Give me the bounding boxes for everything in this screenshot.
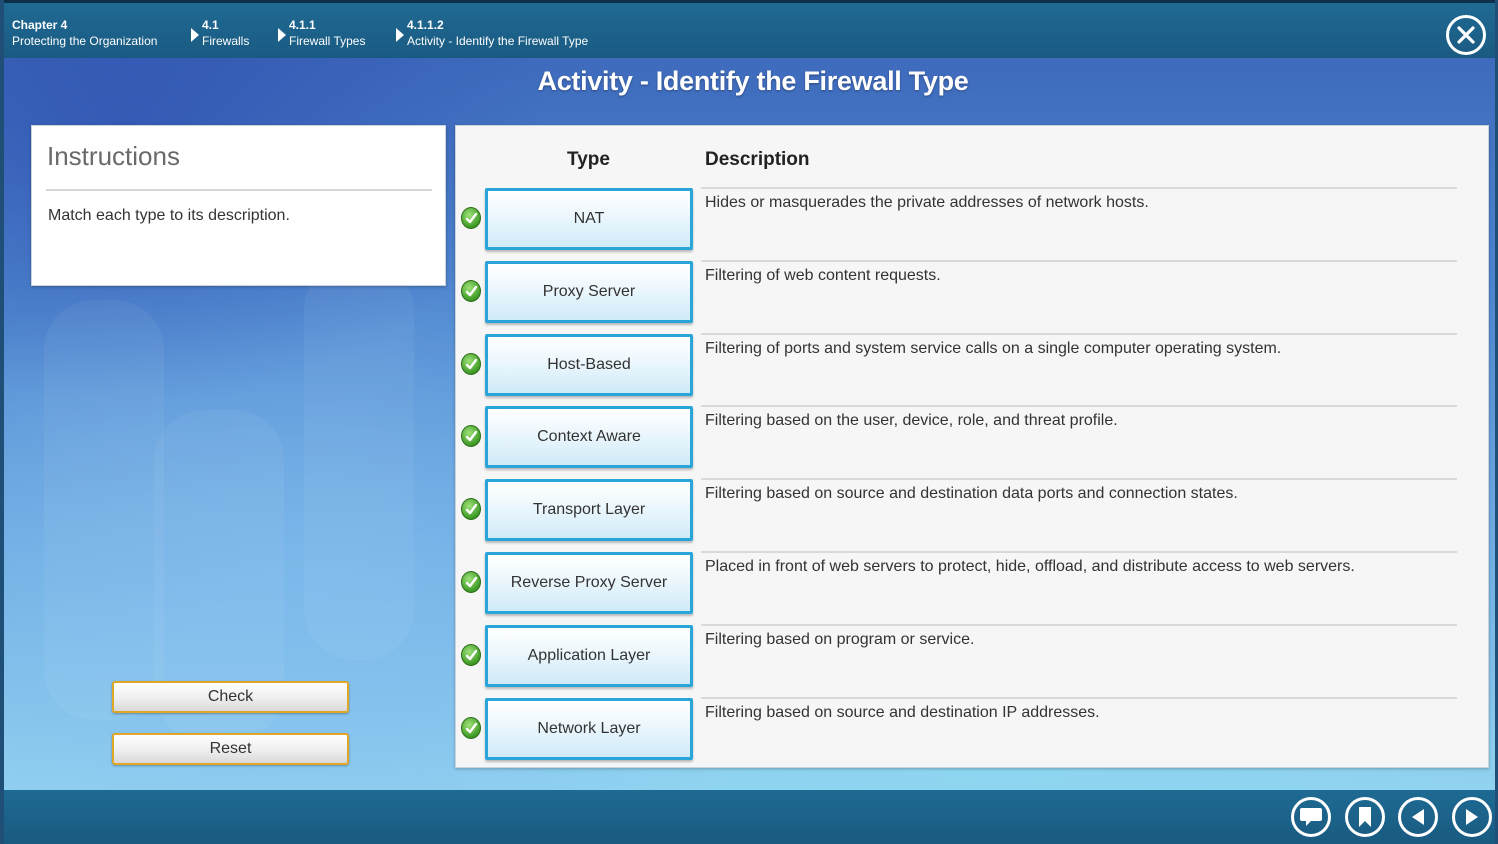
comment-button[interactable] bbox=[1291, 797, 1331, 837]
type-tile[interactable]: Reverse Proxy Server bbox=[485, 552, 693, 614]
description-text: Filtering of ports and system service ca… bbox=[705, 340, 1282, 357]
breadcrumb-label: Firewall Types bbox=[289, 34, 366, 48]
breadcrumb-chapter[interactable]: Chapter 4 Protecting the Organization bbox=[12, 17, 157, 49]
divider bbox=[46, 189, 432, 191]
row-divider bbox=[701, 697, 1457, 699]
checkmark-icon bbox=[461, 717, 481, 739]
description-column-header: Description bbox=[705, 149, 810, 170]
next-button[interactable] bbox=[1452, 797, 1492, 837]
checkmark-icon bbox=[461, 571, 481, 593]
header-bar: Chapter 4 Protecting the Organization 4.… bbox=[4, 0, 1495, 58]
match-row: NAT Hides or masquerades the private add… bbox=[456, 187, 1488, 260]
breadcrumb-subsection[interactable]: 4.1.1 Firewall Types bbox=[289, 17, 365, 49]
row-divider bbox=[701, 187, 1457, 189]
type-tile[interactable]: Network Layer bbox=[485, 698, 693, 760]
close-icon bbox=[1457, 26, 1475, 44]
checkmark-icon bbox=[461, 425, 481, 447]
check-button[interactable]: Check bbox=[112, 681, 349, 713]
instructions-text: Match each type to its description. bbox=[48, 207, 290, 224]
description-text: Hides or masquerades the private address… bbox=[705, 194, 1149, 211]
breadcrumb-arrow-icon bbox=[191, 28, 199, 42]
description-text: Filtering based on source and destinatio… bbox=[705, 704, 1100, 721]
row-divider bbox=[701, 333, 1457, 335]
breadcrumb-section[interactable]: 4.1 Firewalls bbox=[202, 17, 249, 49]
match-row: Transport Layer Filtering based on sourc… bbox=[456, 478, 1488, 551]
description-text: Filtering of web content requests. bbox=[705, 267, 941, 284]
breadcrumb-label: Protecting the Organization bbox=[12, 34, 158, 48]
breadcrumb-number: 4.1 bbox=[202, 18, 219, 32]
close-button[interactable] bbox=[1446, 15, 1486, 55]
description-text: Filtering based on program or service. bbox=[705, 631, 975, 648]
app-window: Chapter 4 Protecting the Organization 4.… bbox=[0, 0, 1498, 844]
breadcrumb-arrow-icon bbox=[278, 28, 286, 42]
match-row: Proxy Server Filtering of web content re… bbox=[456, 260, 1488, 333]
type-tile[interactable]: Proxy Server bbox=[485, 261, 693, 323]
row-divider bbox=[701, 260, 1457, 262]
breadcrumb-number: 4.1.1.2 bbox=[407, 18, 444, 32]
type-column-header: Type bbox=[567, 149, 610, 170]
instructions-title: Instructions bbox=[47, 141, 180, 171]
breadcrumb-activity[interactable]: 4.1.1.2 Activity - Identify the Firewall… bbox=[407, 17, 588, 49]
breadcrumb-number: Chapter 4 bbox=[12, 18, 68, 32]
breadcrumb-label: Activity - Identify the Firewall Type bbox=[407, 34, 589, 48]
type-tile[interactable]: Application Layer bbox=[485, 625, 693, 687]
description-text: Placed in front of web servers to protec… bbox=[705, 558, 1355, 575]
checkmark-icon bbox=[461, 498, 481, 520]
breadcrumb-number: 4.1.1 bbox=[289, 18, 316, 32]
bookmark-icon bbox=[1359, 807, 1371, 827]
match-row: Host-Based Filtering of ports and system… bbox=[456, 333, 1488, 406]
row-divider bbox=[701, 624, 1457, 626]
row-divider bbox=[701, 405, 1457, 407]
type-tile[interactable]: Transport Layer bbox=[485, 479, 693, 541]
reset-button[interactable]: Reset bbox=[112, 733, 349, 765]
next-icon bbox=[1466, 809, 1478, 825]
match-row: Reverse Proxy Server Placed in front of … bbox=[456, 551, 1488, 624]
checkmark-icon bbox=[461, 644, 481, 666]
row-divider bbox=[701, 478, 1457, 480]
activity-panel: Type Description NAT Hides or masquerade… bbox=[455, 125, 1489, 768]
checkmark-icon bbox=[461, 353, 481, 375]
type-tile[interactable]: NAT bbox=[485, 188, 693, 250]
previous-button[interactable] bbox=[1398, 797, 1438, 837]
description-text: Filtering based on the user, device, rol… bbox=[705, 412, 1118, 429]
type-tile[interactable]: Context Aware bbox=[485, 406, 693, 468]
type-tile[interactable]: Host-Based bbox=[485, 334, 693, 396]
bookmark-button[interactable] bbox=[1345, 797, 1385, 837]
comment-icon bbox=[1300, 808, 1322, 826]
footer-bar bbox=[4, 790, 1495, 844]
description-text: Filtering based on source and destinatio… bbox=[705, 485, 1238, 502]
breadcrumb-arrow-icon bbox=[396, 28, 404, 42]
instructions-panel: Instructions Match each type to its desc… bbox=[31, 125, 446, 286]
breadcrumb-label: Firewalls bbox=[202, 34, 250, 48]
page-title: Activity - Identify the Firewall Type bbox=[537, 66, 969, 96]
previous-icon bbox=[1412, 809, 1424, 825]
row-divider bbox=[701, 551, 1457, 553]
match-row: Application Layer Filtering based on pro… bbox=[456, 624, 1488, 697]
checkmark-icon bbox=[461, 207, 481, 229]
match-row: Network Layer Filtering based on source … bbox=[456, 697, 1488, 770]
checkmark-icon bbox=[461, 280, 481, 302]
match-row: Context Aware Filtering based on the use… bbox=[456, 405, 1488, 478]
